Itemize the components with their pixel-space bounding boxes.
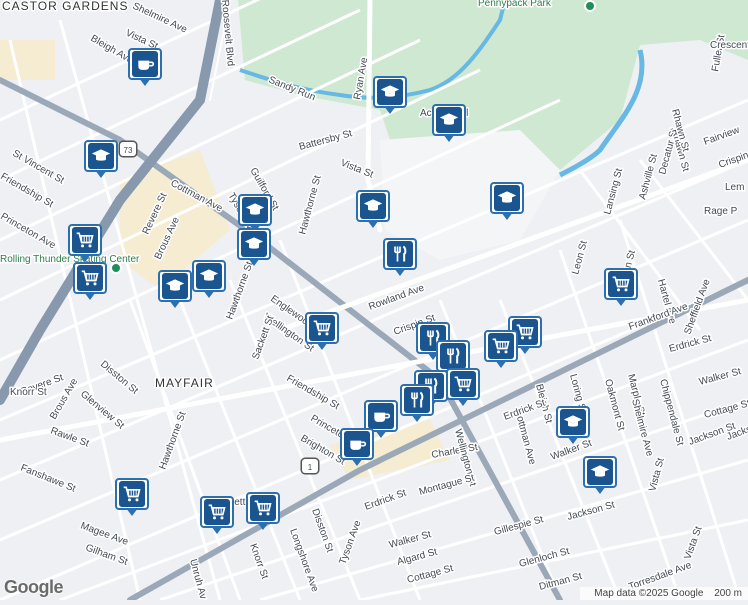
grocery-cart-icon bbox=[250, 495, 276, 521]
cafe-icon bbox=[368, 403, 394, 429]
poi-marker-restaurant[interactable] bbox=[383, 238, 417, 276]
poi-marker-grocery-cart[interactable] bbox=[73, 262, 107, 300]
cafe-icon bbox=[344, 431, 370, 457]
map-label: Knorr St bbox=[10, 387, 47, 398]
map-data-credit[interactable]: Map data ©2025 Google bbox=[594, 588, 703, 599]
grocery-cart-icon bbox=[72, 227, 98, 253]
poi-dot[interactable] bbox=[584, 0, 596, 12]
school-icon bbox=[88, 143, 114, 169]
map-attribution: Map data ©2025 Google 200 m bbox=[580, 587, 748, 600]
grocery-cart-icon bbox=[608, 271, 634, 297]
poi-marker-grocery-cart[interactable] bbox=[200, 496, 234, 534]
map-label: CASTOR GARDENS bbox=[2, 0, 128, 13]
cafe-icon bbox=[132, 51, 158, 77]
school-icon bbox=[377, 79, 403, 105]
poi-marker-school[interactable] bbox=[158, 270, 192, 308]
map-label: Pennypack Park bbox=[478, 0, 552, 9]
poi-marker-grocery-cart[interactable] bbox=[246, 492, 280, 530]
school-icon bbox=[162, 273, 188, 299]
svg-text:73: 73 bbox=[124, 146, 133, 155]
poi-marker-school[interactable] bbox=[556, 406, 590, 444]
poi-marker-school[interactable] bbox=[192, 260, 226, 298]
grocery-cart-icon bbox=[77, 265, 103, 291]
poi-marker-grocery-cart[interactable] bbox=[115, 478, 149, 516]
poi-marker-grocery-cart[interactable] bbox=[484, 330, 518, 368]
poi-marker-grocery-cart[interactable] bbox=[68, 224, 102, 262]
map-label: Crescent bbox=[710, 40, 748, 51]
poi-marker-school[interactable] bbox=[432, 104, 466, 142]
grocery-cart-icon bbox=[488, 333, 514, 359]
school-icon bbox=[242, 197, 268, 223]
grocery-cart-icon bbox=[450, 371, 476, 397]
poi-marker-school[interactable] bbox=[373, 76, 407, 114]
poi-marker-school[interactable] bbox=[237, 228, 271, 266]
school-icon bbox=[560, 409, 586, 435]
poi-dot[interactable] bbox=[110, 262, 122, 274]
poi-marker-grocery-cart[interactable] bbox=[604, 268, 638, 306]
poi-marker-school[interactable] bbox=[84, 140, 118, 178]
school-icon bbox=[436, 107, 462, 133]
restaurant-icon bbox=[404, 387, 430, 413]
poi-marker-school[interactable] bbox=[490, 182, 524, 220]
poi-marker-cafe[interactable] bbox=[128, 48, 162, 86]
commercial-zone bbox=[0, 40, 55, 80]
poi-marker-grocery-cart[interactable] bbox=[446, 368, 480, 406]
restaurant-icon bbox=[387, 241, 413, 267]
highway-shield: 73 bbox=[118, 140, 138, 158]
poi-marker-cafe[interactable] bbox=[340, 428, 374, 466]
poi-marker-school[interactable] bbox=[238, 194, 272, 232]
map-label: MAYFAIR bbox=[155, 376, 214, 390]
poi-marker-school[interactable] bbox=[583, 456, 617, 494]
grocery-cart-icon bbox=[309, 315, 335, 341]
poi-marker-restaurant[interactable] bbox=[400, 384, 434, 422]
map-label: Rage P bbox=[704, 206, 738, 217]
map-label: Lem bbox=[725, 182, 744, 193]
grocery-cart-icon bbox=[204, 499, 230, 525]
school-icon bbox=[196, 263, 222, 289]
grocery-cart-icon bbox=[119, 481, 145, 507]
map-scale[interactable]: 200 m bbox=[714, 588, 742, 599]
google-logo: Google bbox=[4, 577, 64, 597]
poi-marker-grocery-cart[interactable] bbox=[305, 312, 339, 350]
school-icon bbox=[494, 185, 520, 211]
highway-shield: 1 bbox=[300, 457, 320, 475]
restaurant-icon bbox=[440, 343, 466, 369]
school-icon bbox=[241, 231, 267, 257]
svg-text:1: 1 bbox=[308, 463, 313, 472]
poi-marker-school[interactable] bbox=[356, 190, 390, 228]
school-icon bbox=[360, 193, 386, 219]
school-icon bbox=[587, 459, 613, 485]
